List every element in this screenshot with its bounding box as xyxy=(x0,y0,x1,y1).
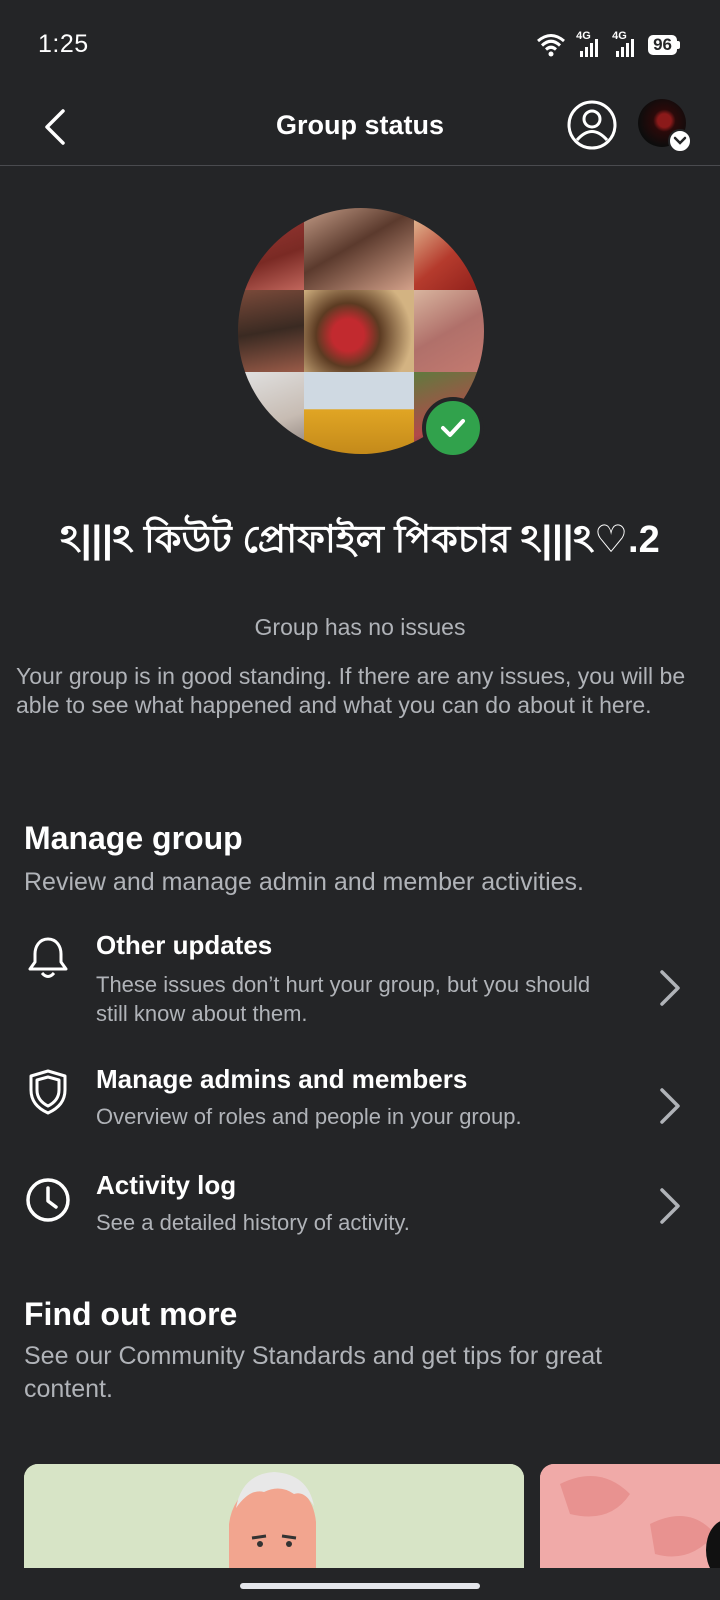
menu-item-other-updates[interactable]: Other updates These issues don’t hurt yo… xyxy=(0,930,720,1040)
home-indicator[interactable] xyxy=(240,1583,480,1589)
menu-item-activity-log[interactable]: Activity log See a detailed history of a… xyxy=(0,1170,720,1250)
menu-item-manage-admins[interactable]: Manage admins and members Overview of ro… xyxy=(0,1064,720,1144)
verified-check-icon xyxy=(422,397,484,459)
battery-level: 96 xyxy=(648,35,677,55)
manage-group-subtitle: Review and manage admin and member activ… xyxy=(24,868,584,896)
group-status-label: Group has no issues xyxy=(254,614,466,640)
menu-item-title: Other updates xyxy=(96,930,273,960)
clock-icon xyxy=(24,1176,72,1224)
signal-4g-icon-1: 4G xyxy=(576,30,602,58)
illustration-person xyxy=(24,1464,524,1574)
find-out-more-subtitle: See our Community Standards and get tips… xyxy=(24,1342,603,1403)
status-bar: 1:25 4G 4G 96 xyxy=(0,0,720,90)
illustration-pattern xyxy=(540,1464,720,1574)
menu-item-description: These issues don’t hurt your group, but … xyxy=(96,972,591,1026)
tips-card[interactable] xyxy=(540,1464,720,1574)
group-status-description: Your group is in good standing. If there… xyxy=(16,663,686,718)
battery-icon: 96 xyxy=(648,35,680,55)
group-name: ঽ|||ঽ কিউট প্রোফাইল পিকচার ঽ|||ঽ♡.2 xyxy=(60,519,660,561)
menu-item-title: Manage admins and members xyxy=(96,1064,468,1094)
profile-icon xyxy=(567,100,617,150)
profile-button[interactable] xyxy=(566,99,618,151)
status-icons: 4G 4G 96 xyxy=(536,30,680,60)
menu-item-description: Overview of roles and people in your gro… xyxy=(96,1104,522,1129)
account-switcher-button[interactable] xyxy=(638,99,692,153)
app-header: Group status xyxy=(0,90,720,166)
menu-item-description: See a detailed history of activity. xyxy=(96,1210,410,1235)
shield-icon xyxy=(24,1068,72,1116)
signal-4g-icon-2: 4G xyxy=(612,30,638,58)
chevron-right-icon xyxy=(654,1084,684,1128)
manage-group-heading: Manage group xyxy=(24,820,243,856)
chevron-down-icon xyxy=(668,129,692,153)
status-time: 1:25 xyxy=(38,30,89,58)
wifi-icon xyxy=(537,34,566,57)
community-standards-card[interactable] xyxy=(24,1464,524,1574)
chevron-right-icon xyxy=(654,966,684,1010)
find-out-more-heading: Find out more xyxy=(24,1296,238,1332)
bell-icon xyxy=(24,934,72,982)
menu-item-title: Activity log xyxy=(96,1170,237,1200)
chevron-right-icon xyxy=(654,1184,684,1228)
